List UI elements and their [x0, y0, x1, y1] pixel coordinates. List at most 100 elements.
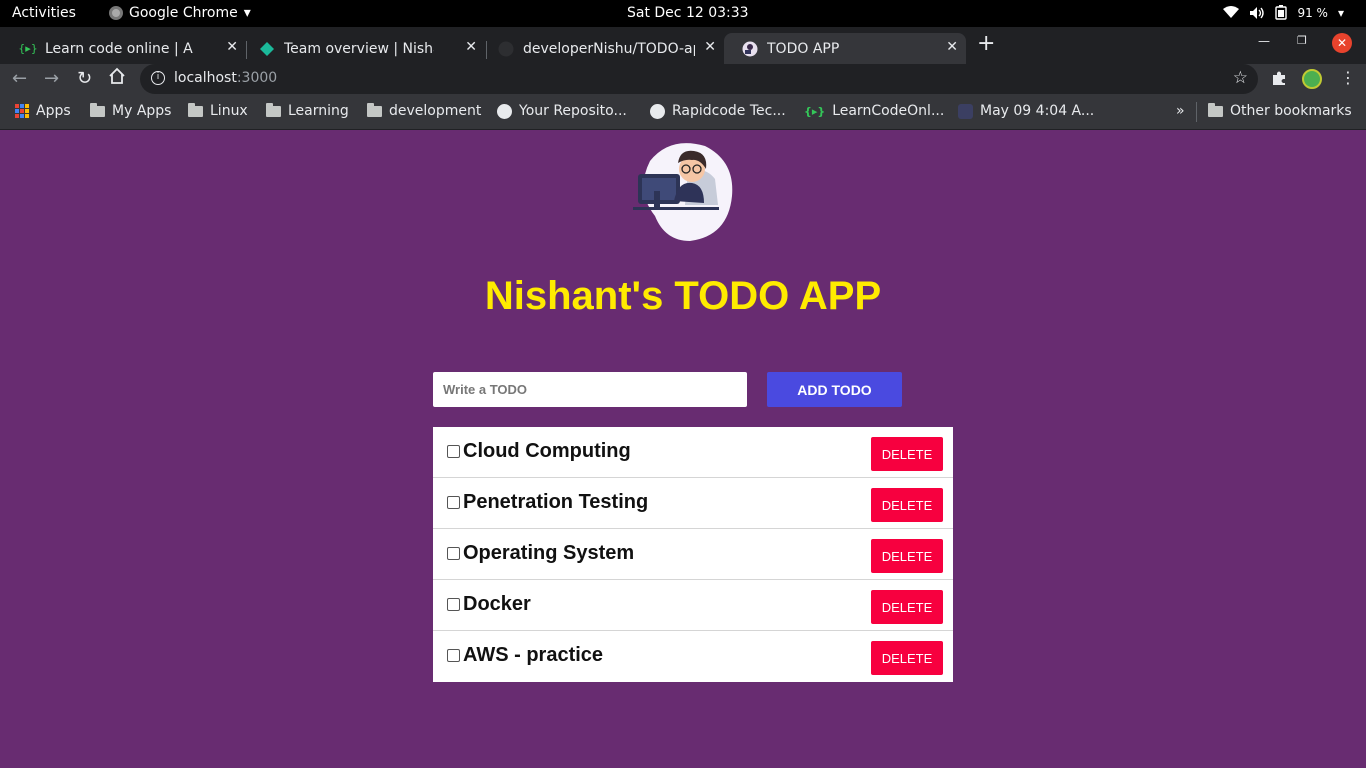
- forward-icon[interactable]: →: [44, 68, 59, 89]
- tab-title: developerNishu/TODO-ap: [523, 40, 695, 57]
- activities-button[interactable]: Activities: [12, 5, 76, 21]
- todo-text: Cloud Computing: [463, 440, 631, 462]
- url-text[interactable]: localhost:3000: [174, 70, 277, 86]
- folder-icon: [90, 102, 105, 117]
- tab-learn-code[interactable]: {▸} Learn code online | A com ✕: [2, 33, 246, 64]
- todo-item: AWS - practice DELETE: [433, 631, 953, 682]
- github-icon: [650, 103, 665, 119]
- chrome-icon: [109, 6, 123, 20]
- caret-down-icon: ▾: [243, 5, 251, 21]
- folder-icon: [367, 102, 382, 117]
- bookmark-label: May 09 4:04 A...: [980, 103, 1095, 119]
- folder-icon: [1208, 102, 1223, 117]
- bookmark-learning[interactable]: Learning: [266, 102, 349, 119]
- bookmark-label: Your Reposito...: [519, 103, 627, 119]
- todo-checkbox[interactable]: [447, 649, 460, 662]
- delete-button[interactable]: DELETE: [871, 488, 943, 522]
- delete-button[interactable]: DELETE: [871, 437, 943, 471]
- todo-text: Operating System: [463, 542, 635, 564]
- more-bookmarks-button[interactable]: »: [1176, 103, 1185, 119]
- bookmark-linux[interactable]: Linux: [188, 102, 248, 119]
- tab-strip: {▸} Learn code online | A com ✕ Team ove…: [0, 27, 1366, 64]
- developer-avatar-image: [633, 143, 733, 241]
- menu-kebab-icon[interactable]: ⋮: [1340, 68, 1356, 87]
- bookmark-label: Linux: [210, 103, 248, 119]
- todo-item: Operating System DELETE: [433, 529, 953, 580]
- minimize-icon[interactable]: —: [1258, 34, 1270, 48]
- page-title: Nishant's TODO APP: [484, 274, 882, 318]
- bookmark-apps[interactable]: Apps: [15, 103, 71, 119]
- close-window-icon[interactable]: ✕: [1332, 33, 1352, 53]
- tab-team-overview[interactable]: Team overview | Nishant S ✕: [241, 33, 485, 64]
- bookmark-label: LearnCodeOnl...: [832, 103, 945, 119]
- home-icon[interactable]: [108, 67, 126, 90]
- todo-item: Cloud Computing DELETE: [433, 427, 953, 478]
- add-todo-button[interactable]: ADD TODO: [767, 372, 902, 407]
- close-tab-icon[interactable]: ✕: [226, 39, 238, 55]
- back-icon[interactable]: ←: [12, 68, 27, 89]
- battery-percent: 91 %: [1297, 5, 1328, 20]
- other-bookmarks[interactable]: Other bookmarks: [1208, 102, 1352, 119]
- clock[interactable]: Sat Dec 12 03:33: [627, 5, 749, 21]
- todo-input[interactable]: [433, 372, 747, 407]
- profile-avatar[interactable]: [1302, 69, 1322, 89]
- bookmark-may-09[interactable]: May 09 4:04 A...: [958, 103, 1094, 119]
- page-icon: [958, 103, 973, 119]
- learncode-icon: {▸}: [18, 42, 38, 55]
- bookmarks-bar: Apps My Apps Linux Learning development …: [0, 95, 1366, 130]
- close-tab-icon[interactable]: ✕: [465, 39, 477, 55]
- team-icon: [259, 41, 275, 57]
- extensions-icon[interactable]: [1271, 70, 1287, 90]
- bookmark-label: Rapidcode Tec...: [672, 103, 786, 119]
- bookmark-your-repositories[interactable]: Your Reposito...: [497, 103, 627, 119]
- bookmark-label: Apps: [36, 103, 71, 119]
- restore-icon[interactable]: ❐: [1297, 34, 1307, 47]
- bookmark-label: Other bookmarks: [1230, 103, 1352, 119]
- todo-list: Cloud Computing DELETE Penetration Testi…: [433, 427, 953, 682]
- close-tab-icon[interactable]: ✕: [704, 39, 716, 55]
- app-menu[interactable]: Google Chrome ▾: [109, 5, 251, 21]
- todo-item: Docker DELETE: [433, 580, 953, 631]
- todo-item: Penetration Testing DELETE: [433, 478, 953, 529]
- github-icon: [497, 103, 512, 119]
- todo-text: Penetration Testing: [463, 491, 649, 513]
- site-info-icon[interactable]: i: [151, 71, 165, 85]
- bookmark-learncodeonline[interactable]: {▸} LearnCodeOnl...: [804, 103, 944, 119]
- new-tab-button[interactable]: +: [977, 31, 995, 56]
- caret-down-icon: ▾: [1337, 5, 1344, 20]
- todo-checkbox[interactable]: [447, 445, 460, 458]
- folder-icon: [188, 102, 203, 117]
- delete-button[interactable]: DELETE: [871, 641, 943, 675]
- delete-button[interactable]: DELETE: [871, 539, 943, 573]
- learncode-icon: {▸}: [804, 104, 826, 118]
- reload-icon[interactable]: ↻: [77, 68, 92, 89]
- tab-todo-app[interactable]: TODO APP ✕: [724, 33, 966, 64]
- tab-title: Learn code online | A com: [45, 40, 195, 57]
- bookmark-star-icon[interactable]: ☆: [1233, 68, 1248, 88]
- bookmark-rapidcode[interactable]: Rapidcode Tec...: [650, 103, 786, 119]
- address-bar[interactable]: i localhost:3000 ☆: [140, 64, 1258, 94]
- tab-title: TODO APP: [767, 40, 840, 57]
- todo-checkbox[interactable]: [447, 598, 460, 611]
- github-icon: [498, 41, 514, 57]
- app-name: Google Chrome: [129, 5, 238, 21]
- bookmark-label: development: [389, 103, 482, 119]
- system-tray[interactable]: 91 % ▾: [1223, 5, 1344, 20]
- system-top-bar: Activities Google Chrome ▾ Sat Dec 12 03…: [0, 0, 1366, 27]
- close-tab-icon[interactable]: ✕: [946, 39, 958, 55]
- bookmarks-divider: [1196, 102, 1197, 122]
- bookmark-my-apps[interactable]: My Apps: [90, 102, 172, 119]
- todo-text: AWS - practice: [463, 644, 604, 666]
- bookmark-label: My Apps: [112, 103, 172, 119]
- wifi-icon: [1223, 6, 1240, 18]
- todo-checkbox[interactable]: [447, 496, 460, 509]
- volume-icon: [1250, 6, 1265, 19]
- delete-button[interactable]: DELETE: [871, 590, 943, 624]
- bookmark-development[interactable]: development: [367, 102, 482, 119]
- todo-app-page: Nishant's TODO APP ADD TODO Cloud Comput…: [0, 131, 1366, 768]
- tab-github-repo[interactable]: developerNishu/TODO-ap ✕: [480, 33, 724, 64]
- browser-toolbar: ← → ↻ i localhost:3000 ☆ ⋮: [0, 64, 1366, 95]
- todo-text: Docker: [463, 593, 531, 615]
- todo-checkbox[interactable]: [447, 547, 460, 560]
- todo-app-icon: [742, 41, 758, 57]
